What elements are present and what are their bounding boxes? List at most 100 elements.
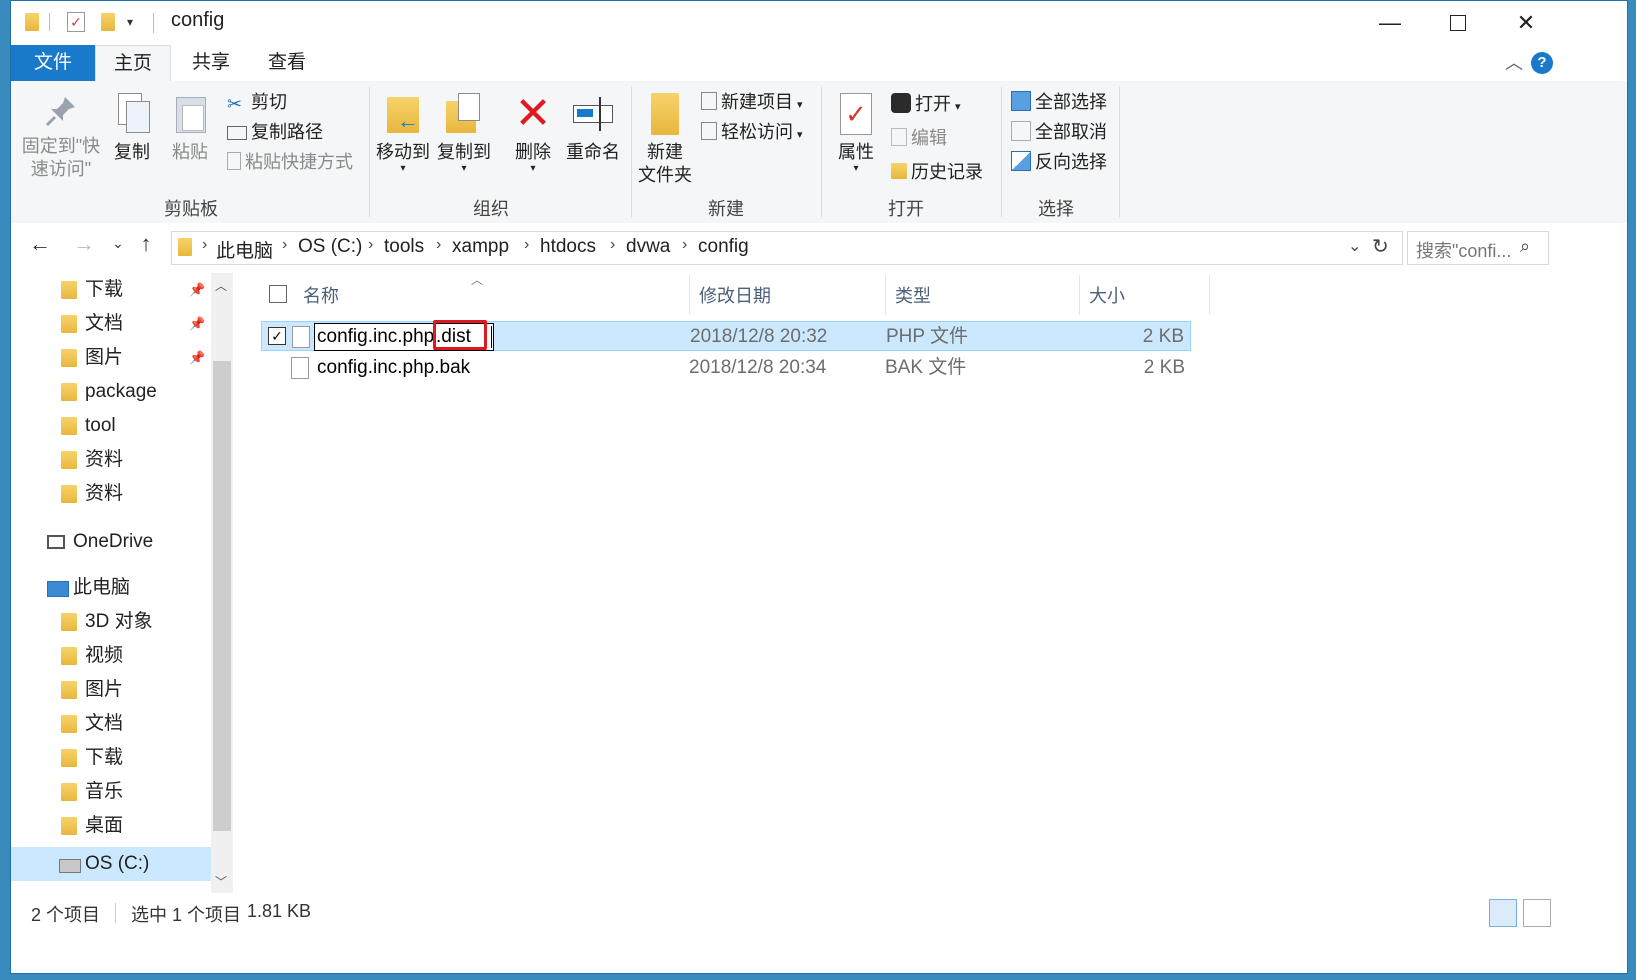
breadcrumb-config[interactable]: config xyxy=(698,236,749,258)
nav-item-this-pc[interactable]: 此电脑 xyxy=(11,571,211,605)
nav-label: 桌面 xyxy=(85,815,124,836)
nav-item-desktop[interactable]: 桌面 xyxy=(11,809,211,843)
nav-item-materials[interactable]: 资料 xyxy=(11,443,211,477)
pin-icon[interactable]: 📌 xyxy=(189,341,205,375)
properties-quick-icon[interactable]: ✓ xyxy=(67,12,85,32)
large-icons-view-icon[interactable] xyxy=(1523,899,1551,927)
nav-item-pictures-pc[interactable]: 图片 xyxy=(11,673,211,707)
address-history-chevron-icon[interactable]: ⌄ xyxy=(1348,236,1361,256)
new-folder-label-1: 新建 xyxy=(647,142,683,162)
nav-item-pictures[interactable]: 图片 📌 xyxy=(11,341,211,375)
cut-button[interactable]: ✂ 剪切 xyxy=(227,89,287,115)
recent-locations-chevron-icon[interactable]: ⌄ xyxy=(103,235,133,252)
tab-view[interactable]: 查看 xyxy=(247,45,327,81)
nav-scrollbar[interactable]: ︿ ﹀ xyxy=(211,273,233,893)
nav-item-documents-pc[interactable]: 文档 xyxy=(11,707,211,741)
tab-share[interactable]: 共享 xyxy=(171,45,251,81)
paste-button[interactable]: 粘贴 xyxy=(167,93,213,164)
nav-item-music[interactable]: 音乐 xyxy=(11,775,211,809)
rename-button[interactable]: 重命名 xyxy=(563,93,623,164)
search-box[interactable]: 搜索"confi... ⌕ xyxy=(1407,231,1549,265)
column-header-size[interactable]: 大小 xyxy=(1089,279,1125,313)
column-separator[interactable] xyxy=(1079,275,1080,315)
music-folder-icon xyxy=(61,783,77,801)
nav-item-os-c[interactable]: OS (C:) xyxy=(11,847,211,881)
scroll-down-arrow-icon[interactable]: ﹀ xyxy=(215,873,227,890)
divider xyxy=(49,13,50,31)
search-icon[interactable]: ⌕ xyxy=(1520,236,1530,257)
column-separator[interactable] xyxy=(689,275,690,315)
back-arrow-icon[interactable]: ← xyxy=(25,231,55,257)
breadcrumb-xampp[interactable]: xampp xyxy=(452,236,509,258)
nav-scrollbar-thumb[interactable] xyxy=(213,361,231,831)
column-separator[interactable] xyxy=(885,275,886,315)
copy-to-button[interactable]: 复制到 ▾ xyxy=(435,93,493,174)
file-type: BAK 文件 xyxy=(885,357,967,378)
edit-button[interactable]: 编辑 xyxy=(891,125,947,151)
column-separator[interactable] xyxy=(1209,275,1210,315)
pin-quick-access-button[interactable]: 固定到"快 速访问" xyxy=(17,93,105,181)
table-row[interactable]: config.inc.php.bak 2018/12/8 20:34 BAK 文… xyxy=(261,353,1191,383)
properties-button[interactable]: ✓ 属性 ▾ xyxy=(831,93,881,174)
tab-home[interactable]: 主页 xyxy=(95,45,171,83)
column-header-name[interactable]: 名称 xyxy=(303,279,339,313)
maximize-button[interactable] xyxy=(1423,1,1493,45)
help-icon[interactable]: ? xyxy=(1531,52,1553,74)
breadcrumb-separator[interactable]: › xyxy=(524,236,529,254)
invert-selection-button[interactable]: 反向选择 xyxy=(1011,149,1107,175)
minimize-button[interactable]: — xyxy=(1355,1,1425,45)
breadcrumb-separator[interactable]: › xyxy=(202,236,207,254)
nav-item-package[interactable]: package xyxy=(11,375,211,409)
easy-access-button[interactable]: 轻松访问 ▾ xyxy=(701,119,803,145)
nav-item-materials-2[interactable]: 资料 xyxy=(11,477,211,511)
customize-quick-access-icon[interactable]: ▾ xyxy=(127,15,133,29)
select-all-button[interactable]: 全部选择 xyxy=(1011,89,1107,115)
breadcrumb-os-c[interactable]: OS (C:) xyxy=(298,236,362,258)
nav-item-documents[interactable]: 文档 📌 xyxy=(11,307,211,341)
up-arrow-icon[interactable]: ↑ xyxy=(131,231,161,257)
new-item-button[interactable]: 新建项目 ▾ xyxy=(701,89,803,115)
dropdown-arrow-icon: ▾ xyxy=(530,163,536,174)
select-all-checkbox[interactable] xyxy=(269,285,287,303)
pin-icon[interactable]: 📌 xyxy=(189,273,205,307)
move-to-button[interactable]: ← 移动到 ▾ xyxy=(373,93,433,174)
nav-item-downloads[interactable]: 下载 📌 xyxy=(11,273,211,307)
delete-button[interactable]: ✕ 删除 ▾ xyxy=(509,92,557,174)
copy-path-button[interactable]: 复制路径 xyxy=(227,119,323,145)
new-folder-button[interactable]: 新建 文件夹 xyxy=(637,93,693,187)
forward-arrow-icon[interactable]: → xyxy=(69,231,99,257)
breadcrumb-htdocs[interactable]: htdocs xyxy=(540,236,596,258)
scroll-up-arrow-icon[interactable]: ︿ xyxy=(215,277,227,294)
breadcrumb-this-pc[interactable]: 此电脑 xyxy=(216,236,273,263)
paste-shortcut-button[interactable]: 粘贴快捷方式 xyxy=(227,149,353,175)
collapse-ribbon-icon[interactable]: ︿ xyxy=(1505,49,1523,75)
rename-input[interactable]: config.inc.php .dist xyxy=(314,320,494,351)
nav-item-downloads-pc[interactable]: 下载 xyxy=(11,741,211,775)
nav-item-onedrive[interactable]: OneDrive xyxy=(11,525,211,559)
table-row[interactable]: ✓ config.inc.php .dist 2018/12/8 20:32 P… xyxy=(261,320,1191,351)
tab-file[interactable]: 文件 xyxy=(11,45,95,81)
breadcrumb-separator[interactable]: › xyxy=(682,236,687,254)
address-bar[interactable]: › 此电脑 › OS (C:) › tools › xampp › htdocs… xyxy=(171,231,1403,265)
nav-item-videos[interactable]: 视频 xyxy=(11,639,211,673)
history-button[interactable]: 历史记录 xyxy=(891,159,983,185)
column-header-type[interactable]: 类型 xyxy=(895,279,931,313)
nav-item-3d-objects[interactable]: 3D 对象 xyxy=(11,605,211,639)
breadcrumb-separator[interactable]: › xyxy=(436,236,441,254)
nav-item-tool[interactable]: tool xyxy=(11,409,211,443)
breadcrumb-tools[interactable]: tools xyxy=(384,236,424,258)
breadcrumb-separator[interactable]: › xyxy=(610,236,615,254)
close-button[interactable]: ✕ xyxy=(1491,1,1561,45)
breadcrumb-dvwa[interactable]: dvwa xyxy=(626,236,670,258)
pin-icon[interactable]: 📌 xyxy=(189,307,205,341)
breadcrumb-separator[interactable]: › xyxy=(368,236,373,254)
row-checkbox[interactable]: ✓ xyxy=(268,327,286,345)
details-view-icon[interactable] xyxy=(1489,899,1517,927)
copy-button[interactable]: 复制 xyxy=(109,93,155,164)
new-folder-quick-icon[interactable] xyxy=(101,13,115,31)
select-none-button[interactable]: 全部取消 xyxy=(1011,119,1107,145)
refresh-icon[interactable]: ↻ xyxy=(1372,234,1389,259)
breadcrumb-separator[interactable]: › xyxy=(282,236,287,254)
open-button[interactable]: 打开 ▾ xyxy=(891,91,961,117)
column-header-date[interactable]: 修改日期 xyxy=(699,279,771,313)
